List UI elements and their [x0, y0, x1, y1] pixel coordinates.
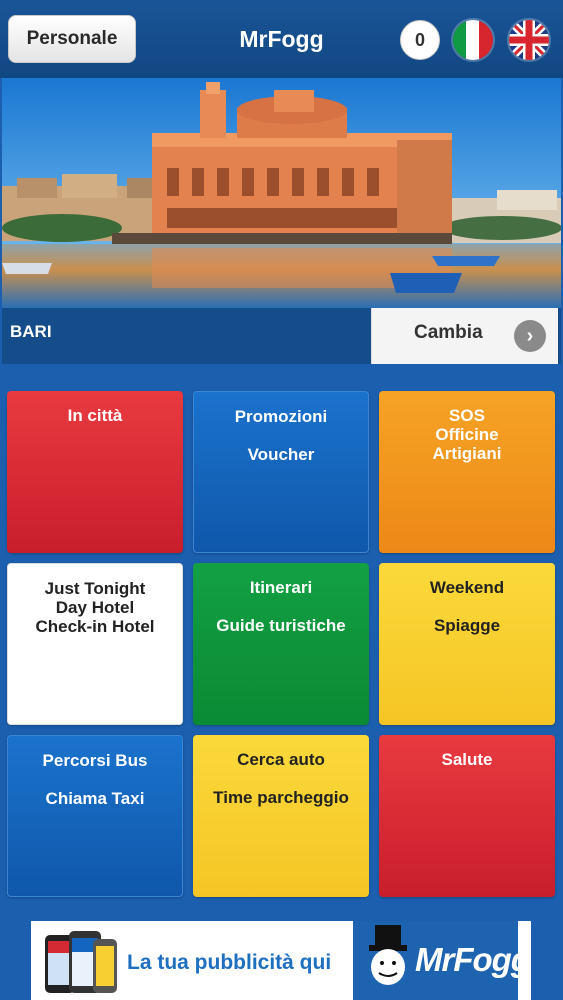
tile-auto[interactable]: Cerca auto Time parcheggio: [193, 735, 369, 897]
tile-label-stack: Just Tonight Day Hotel Check-in Hotel: [8, 579, 182, 636]
header-bar: Personale MrFogg 0: [0, 0, 563, 78]
tile-label: Just Tonight: [44, 579, 146, 598]
tile-label-stack: SOS Officine Artigiani: [379, 406, 555, 463]
tile-label: Officine: [435, 425, 499, 444]
tile-sublabel: Chiama Taxi: [45, 789, 145, 808]
ad-banner[interactable]: La tua pubblicità qui MrFogg: [31, 921, 531, 1000]
tile-sublabel: Voucher: [247, 445, 315, 464]
tile-label: Artigiani: [432, 444, 502, 463]
brand-logo-text: MrFogg: [415, 941, 531, 978]
flag-it-icon[interactable]: [453, 20, 493, 60]
tile-weekend[interactable]: Weekend Spiagge: [379, 563, 555, 725]
city-bar: BARI Cambia ›: [2, 308, 561, 364]
tile-sublabel: Guide turistiche: [216, 616, 346, 635]
app-title: MrFogg: [239, 26, 324, 52]
tile-label: SOS: [449, 406, 485, 425]
tile-label: Percorsi Bus: [42, 751, 148, 770]
chevron-right-icon: ›: [514, 320, 546, 352]
tile-itinerari[interactable]: Itinerari Guide turistiche: [193, 563, 369, 725]
tile-label: Check-in Hotel: [35, 617, 155, 636]
flag-uk-icon[interactable]: [509, 20, 549, 60]
ad-text: La tua pubblicità qui: [127, 951, 332, 974]
city-name: BARI: [10, 322, 52, 341]
tile-label: Weekend: [429, 578, 505, 597]
tile-hotel[interactable]: Just Tonight Day Hotel Check-in Hotel: [7, 563, 183, 725]
tile-label: Cerca auto: [237, 750, 325, 769]
tile-promozioni[interactable]: Promozioni Voucher: [193, 391, 369, 553]
personal-button[interactable]: Personale: [8, 15, 136, 63]
tile-sublabel: Spiagge: [433, 616, 501, 635]
phones-icon: [39, 929, 119, 997]
tile-label: In città: [67, 406, 123, 425]
brand-logo: MrFogg: [353, 921, 531, 1000]
tile-label: Itinerari: [249, 578, 313, 597]
notification-counter[interactable]: 0: [400, 20, 440, 60]
top-hat-man-icon: [369, 925, 407, 985]
tile-sos[interactable]: SOS Officine Artigiani: [379, 391, 555, 553]
tile-bus[interactable]: Percorsi Bus Chiama Taxi: [7, 735, 183, 897]
tile-label: Salute: [441, 750, 493, 769]
tile-label: Promozioni: [234, 407, 328, 426]
tile-sublabel: Time parcheggio: [213, 788, 349, 807]
tile-salute[interactable]: Salute: [379, 735, 555, 897]
tile-in-citta[interactable]: In città: [7, 391, 183, 553]
change-city-button[interactable]: Cambia ›: [371, 308, 558, 364]
tile-label: Day Hotel: [55, 598, 135, 617]
city-photo: [2, 78, 561, 308]
change-city-label: Cambia: [414, 322, 483, 343]
